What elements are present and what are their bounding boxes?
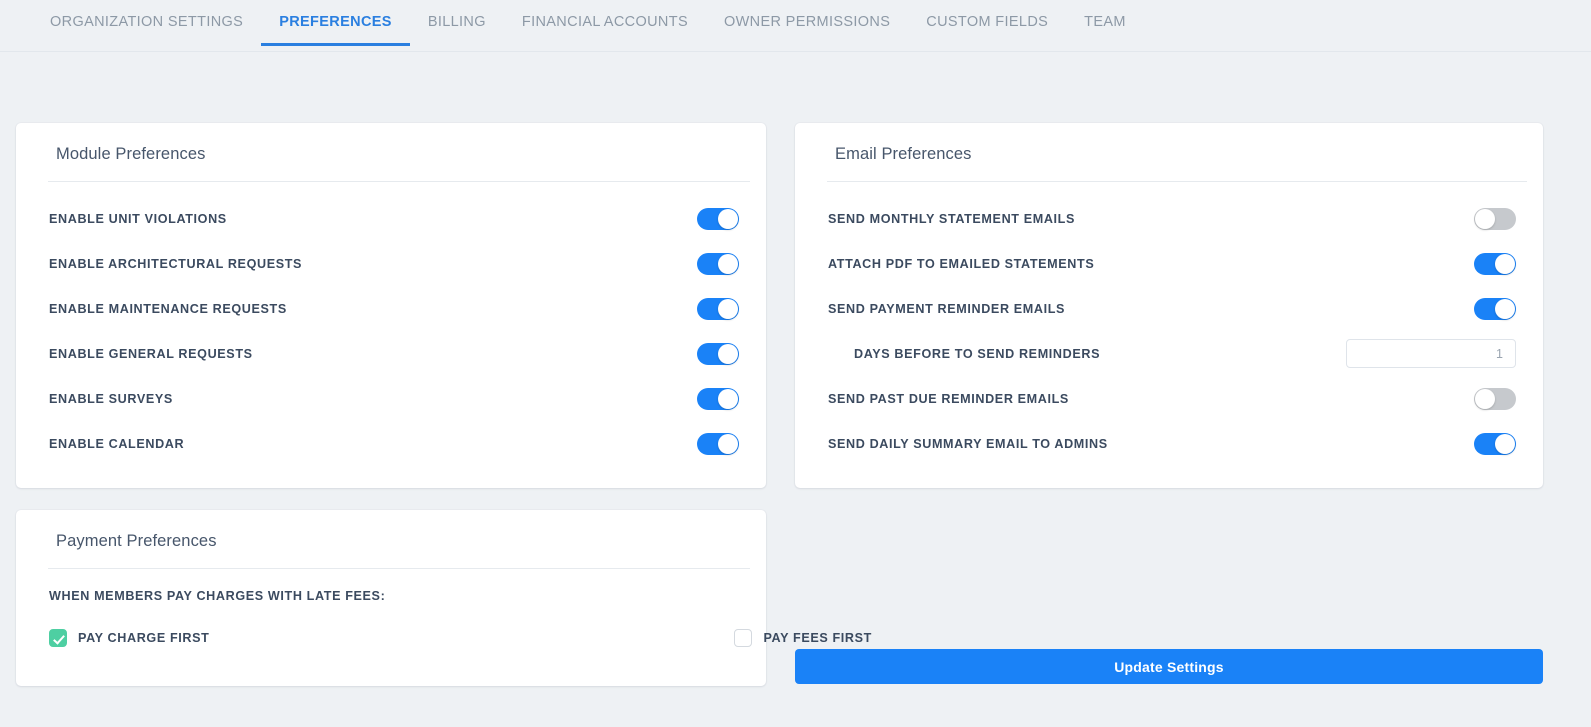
pref-label: ENABLE CALENDAR — [49, 437, 697, 451]
tab-label: BILLING — [428, 14, 486, 30]
pref-label: ENABLE ARCHITECTURAL REQUESTS — [49, 257, 697, 271]
tab-label: CUSTOM FIELDS — [926, 14, 1048, 30]
toggle-knob — [1495, 254, 1515, 274]
toggle-attach-pdf-to-emailed-statements[interactable] — [1474, 253, 1516, 275]
pref-row: SEND PAST DUE REMINDER EMAILS — [795, 376, 1543, 421]
pref-row: SEND MONTHLY STATEMENT EMAILS — [795, 196, 1543, 241]
toggle-knob — [1495, 434, 1515, 454]
tab-billing[interactable]: BILLING — [410, 0, 504, 46]
tab-team[interactable]: TEAM — [1066, 0, 1144, 46]
days-before-reminders-input[interactable] — [1346, 339, 1516, 368]
pref-row: ENABLE UNIT VIOLATIONS — [16, 196, 766, 241]
toggle-knob — [1475, 209, 1495, 229]
pref-label: SEND PAYMENT REMINDER EMAILS — [828, 302, 1474, 316]
toggle-knob — [1495, 299, 1515, 319]
toggle-knob — [1475, 389, 1495, 409]
option-label: PAY FEES FIRST — [763, 631, 872, 645]
email-preferences-body: SEND MONTHLY STATEMENT EMAILS ATTACH PDF… — [795, 182, 1543, 488]
option-label: PAY CHARGE FIRST — [78, 631, 209, 645]
toggle-knob — [718, 344, 738, 364]
tab-financial-accounts[interactable]: FINANCIAL ACCOUNTS — [504, 0, 706, 46]
pref-label: ENABLE SURVEYS — [49, 392, 697, 406]
tab-label: OWNER PERMISSIONS — [724, 14, 890, 30]
toggle-send-past-due-reminder-emails[interactable] — [1474, 388, 1516, 410]
toggle-send-daily-summary-email-to-admins[interactable] — [1474, 433, 1516, 455]
tab-organization-settings[interactable]: ORGANIZATION SETTINGS — [32, 0, 261, 46]
module-preferences-body: ENABLE UNIT VIOLATIONS ENABLE ARCHITECTU… — [16, 182, 766, 488]
checkbox-pay-fees-first[interactable] — [734, 629, 752, 647]
checkbox-pay-charge-first[interactable] — [49, 629, 67, 647]
tab-label: TEAM — [1084, 14, 1126, 30]
module-preferences-card: Module Preferences ENABLE UNIT VIOLATION… — [16, 123, 766, 488]
pref-row: ATTACH PDF TO EMAILED STATEMENTS — [795, 241, 1543, 286]
pref-label: ENABLE GENERAL REQUESTS — [49, 347, 697, 361]
pref-row: ENABLE SURVEYS — [16, 376, 766, 421]
toggle-knob — [718, 254, 738, 274]
toggle-enable-maintenance-requests[interactable] — [697, 298, 739, 320]
toggle-enable-calendar[interactable] — [697, 433, 739, 455]
option-pay-fees-first[interactable]: PAY FEES FIRST — [734, 629, 872, 647]
toggle-enable-general-requests[interactable] — [697, 343, 739, 365]
module-preferences-title: Module Preferences — [16, 123, 766, 164]
left-column: Module Preferences ENABLE UNIT VIOLATION… — [16, 123, 766, 686]
payment-preferences-card: Payment Preferences WHEN MEMBERS PAY CHA… — [16, 510, 766, 686]
pref-row: ENABLE MAINTENANCE REQUESTS — [16, 286, 766, 331]
right-column: Email Preferences SEND MONTHLY STATEMENT… — [795, 123, 1543, 488]
pref-label: ENABLE UNIT VIOLATIONS — [49, 212, 697, 226]
toggle-knob — [718, 209, 738, 229]
pref-label: DAYS BEFORE TO SEND REMINDERS — [828, 347, 1346, 361]
pref-label: SEND MONTHLY STATEMENT EMAILS — [828, 212, 1474, 226]
tab-owner-permissions[interactable]: OWNER PERMISSIONS — [706, 0, 908, 46]
pref-label: SEND DAILY SUMMARY EMAIL TO ADMINS — [828, 437, 1474, 451]
payment-preferences-note: WHEN MEMBERS PAY CHARGES WITH LATE FEES: — [16, 569, 766, 603]
tab-preferences[interactable]: PREFERENCES — [261, 0, 410, 46]
tab-label: FINANCIAL ACCOUNTS — [522, 14, 688, 30]
email-preferences-card: Email Preferences SEND MONTHLY STATEMENT… — [795, 123, 1543, 488]
pref-label: SEND PAST DUE REMINDER EMAILS — [828, 392, 1474, 406]
email-preferences-title: Email Preferences — [795, 123, 1543, 164]
tab-custom-fields[interactable]: CUSTOM FIELDS — [908, 0, 1066, 46]
option-pay-charge-first[interactable]: PAY CHARGE FIRST — [49, 629, 209, 647]
toggle-enable-architectural-requests[interactable] — [697, 253, 739, 275]
toggle-knob — [718, 434, 738, 454]
pref-row: DAYS BEFORE TO SEND REMINDERS — [795, 331, 1543, 376]
preferences-page: Module Preferences ENABLE UNIT VIOLATION… — [0, 52, 1591, 727]
pref-row: ENABLE GENERAL REQUESTS — [16, 331, 766, 376]
pref-row: SEND DAILY SUMMARY EMAIL TO ADMINS — [795, 421, 1543, 466]
settings-tabbar: ORGANIZATION SETTINGS PREFERENCES BILLIN… — [0, 0, 1591, 52]
toggle-enable-unit-violations[interactable] — [697, 208, 739, 230]
payment-options-group: PAY CHARGE FIRST PAY FEES FIRST — [16, 603, 766, 647]
tab-label: ORGANIZATION SETTINGS — [50, 14, 243, 30]
toggle-knob — [718, 389, 738, 409]
update-settings-button[interactable]: Update Settings — [795, 649, 1543, 684]
pref-row: ENABLE CALENDAR — [16, 421, 766, 466]
payment-preferences-title: Payment Preferences — [16, 510, 766, 551]
tab-label: PREFERENCES — [279, 14, 392, 30]
pref-row: ENABLE ARCHITECTURAL REQUESTS — [16, 241, 766, 286]
pref-row: SEND PAYMENT REMINDER EMAILS — [795, 286, 1543, 331]
toggle-knob — [718, 299, 738, 319]
toggle-send-monthly-statement-emails[interactable] — [1474, 208, 1516, 230]
pref-label: ATTACH PDF TO EMAILED STATEMENTS — [828, 257, 1474, 271]
toggle-enable-surveys[interactable] — [697, 388, 739, 410]
toggle-send-payment-reminder-emails[interactable] — [1474, 298, 1516, 320]
pref-label: ENABLE MAINTENANCE REQUESTS — [49, 302, 697, 316]
